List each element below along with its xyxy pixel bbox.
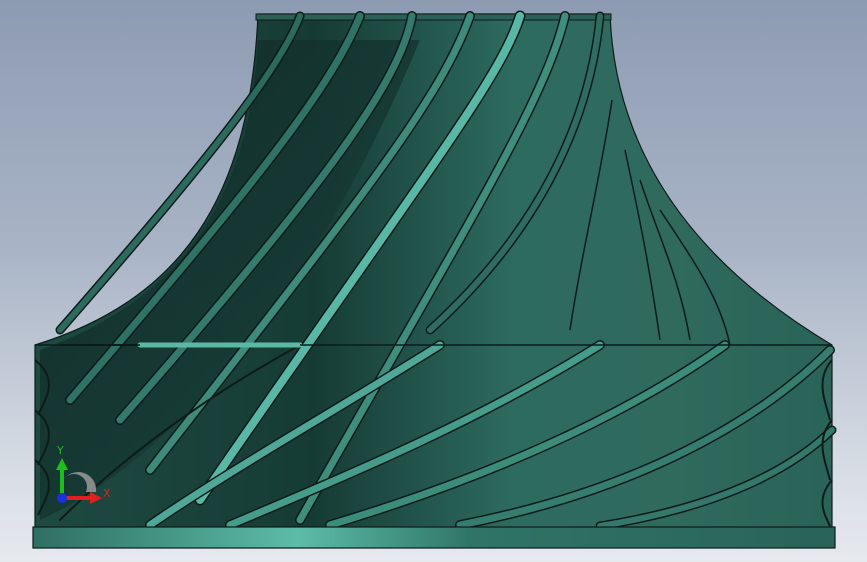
x-axis-label: X <box>103 487 111 500</box>
y-axis-arrow <box>56 458 68 470</box>
coordinate-triad: Y X <box>56 444 111 504</box>
top-rim <box>255 13 612 21</box>
triad-rotation-arc <box>62 472 97 492</box>
impeller-model[interactable] <box>0 0 867 562</box>
x-axis-arrow <box>90 492 102 504</box>
base-plate <box>32 526 836 549</box>
z-axis-dot <box>57 493 67 503</box>
graphics-viewport[interactable]: Y X <box>0 0 867 562</box>
y-axis-label: Y <box>56 444 64 457</box>
